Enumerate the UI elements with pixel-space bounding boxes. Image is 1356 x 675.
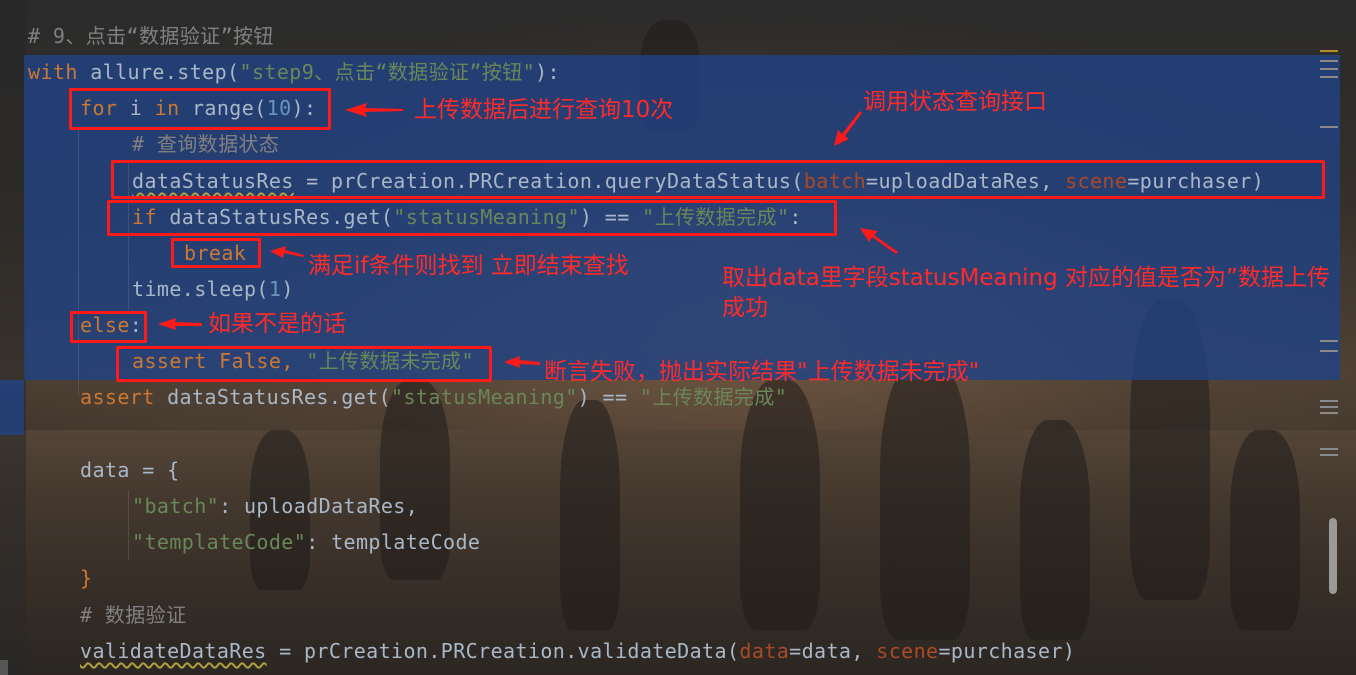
code-token: =data,: [789, 639, 877, 663]
code-token: # 数据验证: [80, 603, 187, 627]
code-token: assert: [80, 385, 155, 409]
code-token: dataStatusRes.get(: [154, 385, 392, 409]
code-token: scene: [876, 639, 939, 663]
code-token: # 9、点击“数据验证”按钮: [28, 24, 274, 48]
arrow-up-left-icon: [860, 228, 898, 254]
code-line-1[interactable]: # 9、点击“数据验证”按钮: [28, 19, 274, 53]
gutter-corner-marker: [0, 660, 8, 675]
code-token: 1: [268, 277, 282, 301]
code-token: ) ==: [577, 385, 640, 409]
code-line-17[interactable]: validateDataRes = prCreation.PRCreation.…: [80, 634, 1075, 668]
code-token: allure.step(: [77, 60, 240, 84]
code-token: = prCreation.PRCreation.validateData(: [266, 639, 740, 663]
background-figure: [880, 360, 970, 640]
ide-editor-screenshot: # 9、点击“数据验证”按钮 with allure.step("step9、点…: [0, 0, 1356, 675]
arrow-down-left-icon: [834, 111, 862, 146]
highlight-box-if-condition: [107, 200, 837, 236]
arrow-left-icon: [158, 318, 202, 330]
highlight-box-assert-false: [116, 346, 492, 382]
code-line-13[interactable]: "batch": uploadDataRes,: [132, 489, 418, 523]
code-line-12[interactable]: data = {: [80, 453, 180, 487]
annotation-loop-note: 上传数据后进行查询10次: [414, 97, 674, 123]
code-token: time.sleep(: [132, 277, 269, 301]
code-token: data: [739, 639, 790, 663]
code-token: "statusMeaning": [391, 385, 578, 409]
code-line-14[interactable]: "templateCode": templateCode: [132, 525, 480, 559]
arrow-left-icon: [345, 103, 403, 117]
editor-gutter: [0, 0, 26, 675]
code-line-2[interactable]: with allure.step("step9、点击“数据验证”按钮"):: [28, 55, 560, 89]
annotation-else-note: 如果不是的话: [208, 311, 346, 337]
code-line-8[interactable]: time.sleep(1): [132, 272, 294, 306]
code-token: : templateCode: [306, 530, 481, 554]
annotation-break-note: 满足if条件则找到 立即结束查找: [308, 253, 629, 279]
code-token: : uploadDataRes,: [219, 494, 419, 518]
vertical-scrollbar-thumb[interactable]: [1329, 518, 1337, 594]
code-token: # 查询数据状态: [132, 132, 280, 156]
code-token: }: [80, 566, 93, 590]
annotation-assert-note: 断言失败，抛出实际结果"上传数据未完成": [544, 359, 980, 385]
code-token: ): [281, 277, 294, 301]
code-token: "上传数据完成": [639, 385, 788, 409]
code-token: =purchaser): [938, 639, 1076, 663]
background-figure: [1230, 430, 1300, 630]
annotation-field-note: 取出data里字段statusMeaning 对应的值是否为”数据上传成功: [722, 265, 1330, 321]
background-figure: [740, 380, 820, 630]
indent-guide: [128, 490, 129, 560]
code-token: "templateCode": [132, 530, 307, 554]
code-line-15[interactable]: }: [80, 561, 92, 595]
code-token: validateDataRes: [80, 639, 267, 663]
code-token: ):: [535, 60, 560, 84]
annotation-api-note: 调用状态查询接口: [863, 89, 1047, 115]
arrow-left-icon: [504, 356, 540, 368]
code-token: "batch": [132, 494, 220, 518]
highlight-box-query-call: [111, 160, 1325, 199]
scrollbar-markers[interactable]: [1320, 50, 1338, 470]
code-token: "step9、点击“数据验证”按钮": [239, 60, 536, 84]
background-figure: [1020, 420, 1090, 640]
highlight-box-for-loop: [69, 88, 331, 130]
highlight-box-break: [171, 238, 261, 268]
arrow-left-icon: [270, 246, 304, 258]
code-line-4[interactable]: # 查询数据状态: [132, 127, 279, 161]
code-line-16[interactable]: # 数据验证: [80, 598, 186, 632]
indent-guide: [78, 125, 79, 395]
code-token: with: [28, 60, 78, 84]
code-token: data = {: [80, 458, 180, 482]
highlight-box-else: [70, 311, 147, 343]
background-figure: [560, 400, 620, 630]
